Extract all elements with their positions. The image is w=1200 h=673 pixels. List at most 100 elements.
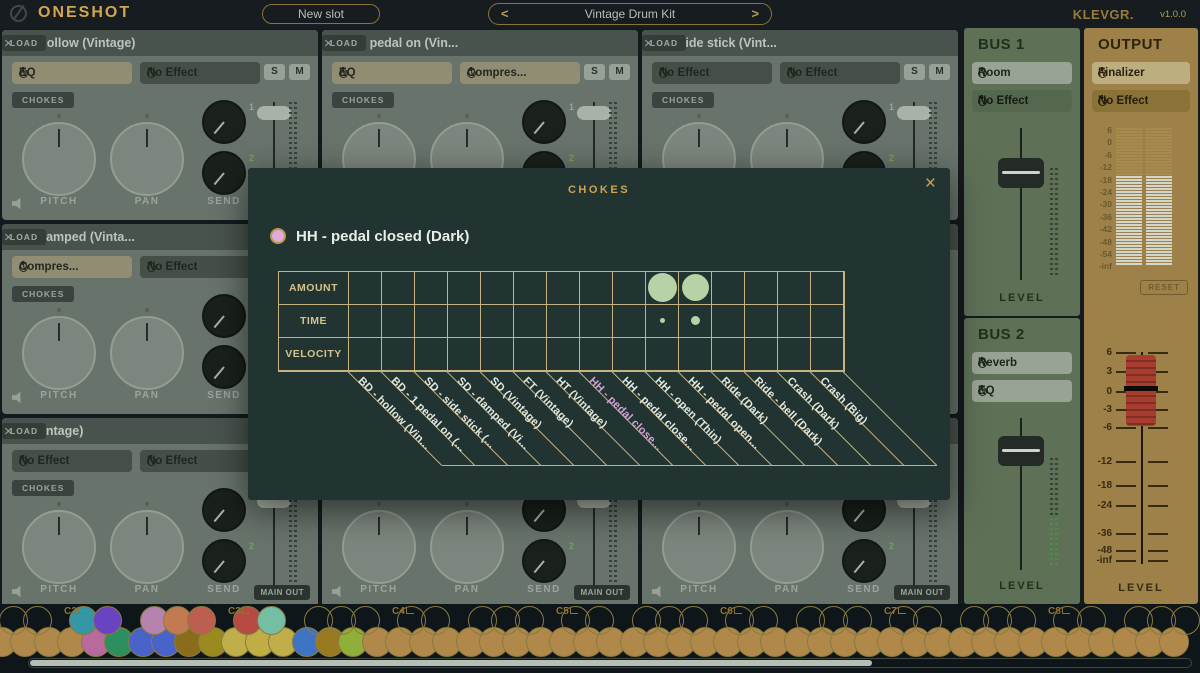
send1-knob[interactable] [202, 488, 246, 532]
choke-cell[interactable] [712, 272, 745, 305]
choke-cell[interactable] [415, 338, 448, 371]
choke-cell[interactable] [679, 338, 712, 371]
send2-knob[interactable] [842, 539, 886, 583]
pitch-knob[interactable] [342, 510, 416, 584]
send2-knob[interactable] [202, 345, 246, 389]
choke-cell[interactable] [712, 338, 745, 371]
send1-knob[interactable] [202, 100, 246, 144]
black-key-pad[interactable] [585, 606, 614, 635]
mute-button[interactable]: M [289, 64, 310, 80]
choke-cell[interactable] [481, 305, 514, 338]
choke-cell[interactable] [646, 338, 679, 371]
choke-cell[interactable] [349, 305, 382, 338]
send1-knob[interactable] [842, 100, 886, 144]
choke-cell[interactable] [679, 272, 712, 305]
black-key-pad[interactable] [679, 606, 708, 635]
close-strip-icon[interactable]: × [4, 424, 13, 439]
choke-cell[interactable] [448, 305, 481, 338]
pitch-knob[interactable] [22, 510, 96, 584]
pan-knob[interactable] [110, 122, 184, 196]
choke-cell[interactable] [580, 305, 613, 338]
choke-cell[interactable] [811, 338, 844, 371]
choke-cell[interactable] [613, 272, 646, 305]
pan-knob[interactable] [430, 510, 504, 584]
new-slot-button[interactable]: New slot [262, 4, 380, 24]
effect-slot-1-dropdown[interactable]: Compres...∨ [12, 256, 132, 278]
bus-fader-handle[interactable] [998, 436, 1044, 466]
mute-button[interactable]: M [609, 64, 630, 80]
choke-cell[interactable] [382, 272, 415, 305]
choke-cell[interactable] [745, 305, 778, 338]
black-key-pad[interactable] [23, 606, 52, 635]
choke-cell[interactable] [778, 272, 811, 305]
black-key-pad[interactable] [1077, 606, 1106, 635]
chokes-button[interactable]: CHOKES [652, 92, 714, 108]
black-key-pad[interactable] [515, 606, 544, 635]
send1-knob[interactable] [202, 294, 246, 338]
black-key-pad[interactable] [749, 606, 778, 635]
bus-fader-handle[interactable] [998, 158, 1044, 188]
effect-slot-2-dropdown[interactable]: No Effect∨ [140, 62, 260, 84]
pitch-knob[interactable] [22, 122, 96, 196]
bus-effect-dropdown[interactable]: Room∨ [972, 62, 1072, 84]
solo-button[interactable]: S [264, 64, 285, 80]
close-strip-icon[interactable]: × [644, 36, 653, 51]
black-key-pad[interactable] [913, 606, 942, 635]
choke-cell[interactable] [415, 305, 448, 338]
effect-slot-2-dropdown[interactable]: No Effect∨ [140, 256, 260, 278]
choke-cell[interactable] [481, 272, 514, 305]
choke-cell[interactable] [349, 338, 382, 371]
effect-slot-1-dropdown[interactable]: EQ∨ [332, 62, 452, 84]
black-key-pad[interactable] [843, 606, 872, 635]
speaker-icon[interactable] [332, 585, 346, 598]
pan-knob[interactable] [110, 510, 184, 584]
choke-cell[interactable] [811, 305, 844, 338]
next-kit-icon[interactable]: > [751, 6, 759, 21]
reset-meter-button[interactable]: RESET [1140, 280, 1188, 295]
bus-fader-track[interactable] [1020, 128, 1022, 280]
choke-cell[interactable] [646, 272, 679, 305]
effect-slot-1-dropdown[interactable]: EQ∨ [12, 62, 132, 84]
effect-slot-2-dropdown[interactable]: No Effect∨ [780, 62, 900, 84]
strip-fader-handle[interactable] [897, 106, 931, 120]
choke-cell[interactable] [514, 305, 547, 338]
send2-knob[interactable] [202, 151, 246, 195]
choke-cell[interactable] [514, 338, 547, 371]
bus-effect-dropdown[interactable]: EQ∨ [972, 380, 1072, 402]
choke-cell[interactable] [712, 305, 745, 338]
choke-cell[interactable] [811, 272, 844, 305]
kit-selector[interactable]: < Vintage Drum Kit > [488, 3, 772, 25]
choke-cell[interactable] [415, 272, 448, 305]
choke-cell[interactable] [745, 272, 778, 305]
mute-button[interactable]: M [929, 64, 950, 80]
output-effect-dropdown[interactable]: Finalizer∨ [1092, 62, 1190, 84]
effect-slot-1-dropdown[interactable]: No Effect∨ [652, 62, 772, 84]
chokes-button[interactable]: CHOKES [12, 286, 74, 302]
choke-cell[interactable] [679, 305, 712, 338]
black-key-pad[interactable] [1171, 606, 1200, 635]
send2-knob[interactable] [522, 539, 566, 583]
black-key-pad[interactable] [351, 606, 380, 635]
bus-effect-dropdown[interactable]: No Effect∨ [972, 90, 1072, 112]
choke-cell[interactable] [613, 305, 646, 338]
effect-slot-1-dropdown[interactable]: No Effect∨ [12, 450, 132, 472]
choke-cell[interactable] [514, 272, 547, 305]
choke-cell[interactable] [448, 338, 481, 371]
choke-cell[interactable] [481, 338, 514, 371]
effect-slot-2-dropdown[interactable]: No Effect∨ [140, 450, 260, 472]
choke-cell[interactable] [646, 305, 679, 338]
close-strip-icon[interactable]: × [4, 230, 13, 245]
solo-button[interactable]: S [904, 64, 925, 80]
close-strip-icon[interactable]: × [324, 36, 333, 51]
choke-cell[interactable] [580, 338, 613, 371]
effect-slot-2-dropdown[interactable]: Compres...∨ [460, 62, 580, 84]
speaker-icon[interactable] [652, 585, 666, 598]
choke-cell[interactable] [613, 338, 646, 371]
choke-cell[interactable] [778, 338, 811, 371]
chokes-button[interactable]: CHOKES [12, 480, 74, 496]
close-modal-icon[interactable]: × [925, 174, 936, 193]
choke-cell[interactable] [547, 338, 580, 371]
strip-fader-handle[interactable] [577, 106, 611, 120]
black-key-pad[interactable] [1007, 606, 1036, 635]
choke-cell[interactable] [382, 305, 415, 338]
